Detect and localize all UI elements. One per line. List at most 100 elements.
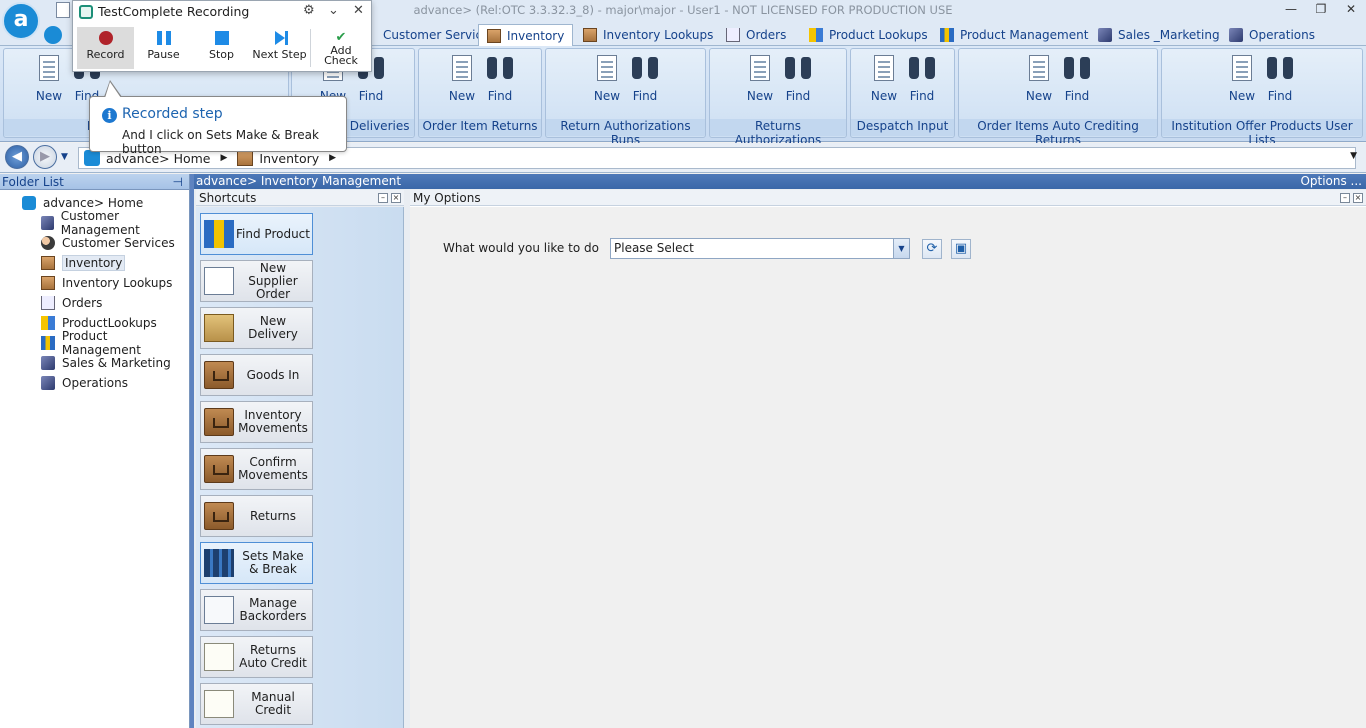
app-logo-icon[interactable]: a: [2, 2, 40, 40]
chevron-down-icon[interactable]: ⌄: [328, 3, 339, 18]
app-logo-letter: a: [13, 7, 29, 32]
signed-document-icon: [204, 643, 234, 671]
record-label: Record: [86, 48, 125, 61]
sets-make-break-button[interactable]: Sets Make & Break: [200, 542, 313, 584]
goods-in-button[interactable]: Goods In: [200, 354, 313, 396]
app-menu-icon[interactable]: [44, 26, 62, 44]
next-step-icon: [274, 31, 285, 45]
tab-product-lookups[interactable]: Product Lookups: [801, 24, 936, 46]
find-product-button[interactable]: Find Product: [200, 213, 313, 255]
inventory-box-icon: [204, 502, 234, 530]
manage-backorders-button[interactable]: Manage Backorders: [200, 589, 313, 631]
find-label: Find: [487, 89, 513, 103]
new-button[interactable]: New: [32, 53, 66, 103]
shortcut-label: Find Product: [236, 226, 310, 241]
find-button[interactable]: Find: [1263, 53, 1297, 103]
new-delivery-button[interactable]: New Delivery: [200, 307, 313, 349]
returns-button[interactable]: Returns: [200, 495, 313, 537]
manual-credit-button[interactable]: Manual Credit: [200, 683, 313, 725]
close-pane-icon[interactable]: ×: [391, 193, 401, 203]
binoculars-icon: [1064, 57, 1090, 79]
new-button[interactable]: New: [1225, 53, 1259, 103]
close-button[interactable]: ✕: [1336, 0, 1366, 20]
inventory-movements-button[interactable]: Inventory Movements: [200, 401, 313, 443]
pin-icon[interactable]: ⊣: [173, 174, 183, 190]
tab-sales-marketing[interactable]: Sales _Marketing: [1090, 24, 1228, 46]
binoculars-icon: [785, 57, 811, 79]
ribbon-group-returns-authorizations: New Find Returns Authorizations: [709, 48, 847, 147]
close-icon[interactable]: ✕: [353, 3, 364, 18]
refresh-button[interactable]: ⟳: [922, 239, 942, 259]
tree-item-inventory[interactable]: Inventory: [41, 253, 126, 273]
callout-title: Recorded step: [122, 106, 223, 122]
my-options-title: My Options: [413, 191, 481, 205]
next-step-button[interactable]: Next Step: [251, 27, 308, 69]
add-check-button[interactable]: ✔ Add Check: [313, 27, 369, 69]
tab-inventory-lookups[interactable]: Inventory Lookups: [575, 24, 721, 46]
find-label: Find: [785, 89, 811, 103]
cart-icon: [726, 28, 740, 42]
group-label: Despatch Input: [851, 119, 954, 136]
close-pane-icon[interactable]: ×: [1353, 193, 1363, 203]
app-logo-icon: [84, 150, 100, 166]
stop-button[interactable]: Stop: [193, 27, 250, 69]
new-document-icon: [597, 55, 617, 81]
cube-icon: [41, 356, 55, 370]
tab-orders[interactable]: Orders: [718, 24, 794, 46]
minimize-pane-icon[interactable]: –: [378, 193, 388, 203]
find-button[interactable]: Find: [781, 53, 815, 103]
testcomplete-title: TestComplete Recording: [79, 4, 249, 19]
find-button[interactable]: Find: [1060, 53, 1094, 103]
document-icon[interactable]: [56, 2, 70, 18]
binoculars-icon: [909, 57, 935, 79]
tab-product-management[interactable]: Product Management: [932, 24, 1096, 46]
new-button[interactable]: New: [1022, 53, 1056, 103]
delivery-package-icon: [204, 314, 234, 342]
pause-button[interactable]: Pause: [135, 27, 192, 69]
history-dropdown-icon[interactable]: ▼: [61, 152, 68, 162]
new-button[interactable]: New: [445, 53, 479, 103]
tab-label: Inventory: [507, 28, 565, 43]
record-button[interactable]: Record: [77, 27, 134, 69]
binoculars-icon: [632, 57, 658, 79]
new-document-icon: [1029, 55, 1049, 81]
tree-item-sales-marketing[interactable]: Sales & Marketing: [41, 353, 171, 373]
tree-item-product-management[interactable]: Product Management: [41, 329, 189, 357]
tab-operations[interactable]: Operations: [1221, 24, 1323, 46]
books-icon: [204, 549, 234, 577]
back-button[interactable]: ◀: [5, 145, 29, 169]
tree-item-label: Orders: [62, 296, 103, 310]
tree-item-operations[interactable]: Operations: [41, 373, 128, 393]
minimize-button[interactable]: —: [1276, 0, 1306, 20]
tree-item-orders[interactable]: Orders: [41, 293, 102, 313]
minimize-pane-icon[interactable]: –: [1340, 193, 1350, 203]
new-button[interactable]: New: [590, 53, 624, 103]
confirm-movements-button[interactable]: Confirm Movements: [200, 448, 313, 490]
chevron-down-icon[interactable]: ▼: [893, 239, 909, 258]
tree-item-inventory-lookups[interactable]: Inventory Lookups: [41, 273, 172, 293]
tree-item-customer-management[interactable]: Customer Management: [41, 209, 189, 237]
tree-item-customer-services[interactable]: Customer Services: [41, 233, 175, 253]
find-product-icon: [204, 220, 234, 248]
gear-icon[interactable]: ⚙: [303, 3, 315, 18]
address-dropdown-icon[interactable]: ▼: [1350, 151, 1357, 161]
find-button[interactable]: Find: [905, 53, 939, 103]
tab-inventory[interactable]: Inventory: [478, 24, 574, 46]
save-icon[interactable]: ▣: [951, 239, 971, 259]
my-options-body: What would you like to do Please Select …: [410, 207, 1366, 728]
maximize-button[interactable]: ❐: [1306, 0, 1336, 20]
new-button[interactable]: New: [743, 53, 777, 103]
content-header: advance> Inventory Management Options ..…: [194, 174, 1366, 189]
new-button[interactable]: New: [867, 53, 901, 103]
tree-item-label: Customer Services: [62, 236, 175, 250]
cube-icon: [41, 216, 54, 230]
returns-auto-credit-button[interactable]: Returns Auto Credit: [200, 636, 313, 678]
new-supplier-order-button[interactable]: New Supplier Order: [200, 260, 313, 302]
group-label: Order Items Auto Crediting Returns: [959, 119, 1157, 147]
action-select[interactable]: Please Select ▼: [610, 238, 910, 259]
options-button[interactable]: Options ...: [1300, 174, 1362, 189]
find-button[interactable]: Find: [483, 53, 517, 103]
forward-button[interactable]: ▶: [33, 145, 57, 169]
find-button[interactable]: Find: [628, 53, 662, 103]
group-label: Institution Offer Products User Lists: [1162, 119, 1362, 147]
